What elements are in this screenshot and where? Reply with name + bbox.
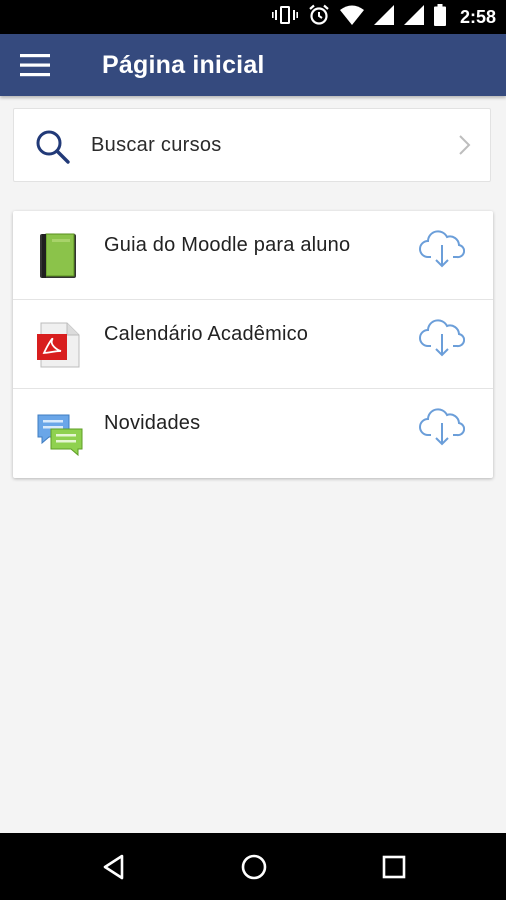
vibrate-icon [271,5,298,30]
list-item[interactable]: Novidades [13,389,493,478]
forum-icon [35,409,85,459]
signal-icon-2 [403,4,424,30]
item-label: Guia do Moodle para aluno [104,234,351,256]
status-icons: 2:58 [271,0,496,34]
search-courses-button[interactable]: Buscar cursos [13,108,491,182]
status-time: 2:58 [459,6,496,27]
home-icon[interactable] [238,851,270,883]
book-icon [35,231,85,281]
recents-icon[interactable] [378,851,410,883]
list-item[interactable]: Calendário Acadêmico [13,300,493,389]
page-title: Página inicial [102,51,265,79]
back-icon[interactable] [98,851,130,883]
list-item[interactable]: Guia do Moodle para aluno [13,211,493,300]
signal-icon [373,4,394,30]
battery-icon [433,3,446,31]
app-bar: Página inicial [0,34,506,96]
system-nav-bar [0,833,506,900]
search-label: Buscar cursos [91,134,222,156]
cloud-download-icon[interactable] [419,407,466,447]
search-icon [34,128,72,171]
hamburger-menu-icon[interactable] [18,49,56,81]
course-list: Guia do Moodle para aluno Calendário Aca… [13,211,493,478]
chevron-right-icon [458,134,472,161]
wifi-icon [339,5,364,30]
cloud-download-icon[interactable] [419,318,466,358]
cloud-download-icon[interactable] [419,229,466,269]
pdf-icon [35,320,85,370]
item-label: Calendário Acadêmico [104,323,309,345]
status-bar: 2:58 [0,0,506,34]
item-label: Novidades [104,412,201,434]
alarm-icon [308,4,330,31]
